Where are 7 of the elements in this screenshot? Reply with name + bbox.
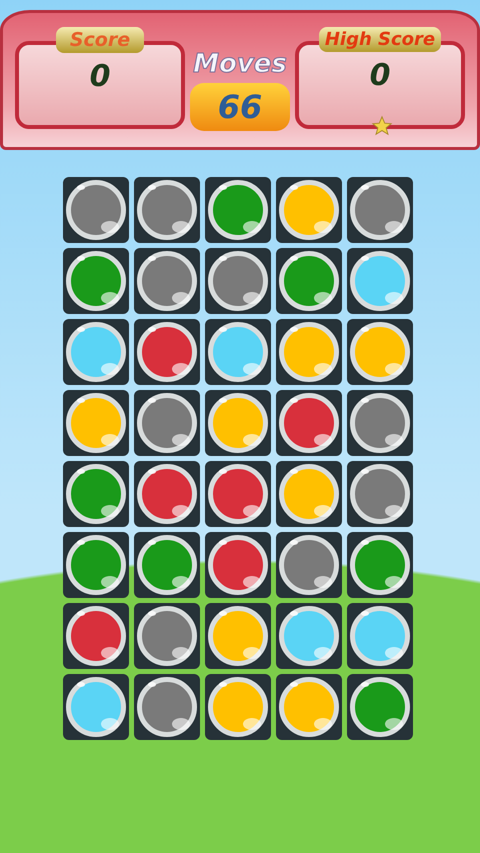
moves-label: Moves <box>193 49 287 79</box>
score-label: Score <box>56 27 144 53</box>
high-score-value: 0 <box>370 58 390 93</box>
moves-counter: 66 <box>190 83 290 131</box>
high-score-label: High Score <box>318 27 442 52</box>
score-value: 0 <box>90 59 110 94</box>
star-icon <box>371 115 393 137</box>
